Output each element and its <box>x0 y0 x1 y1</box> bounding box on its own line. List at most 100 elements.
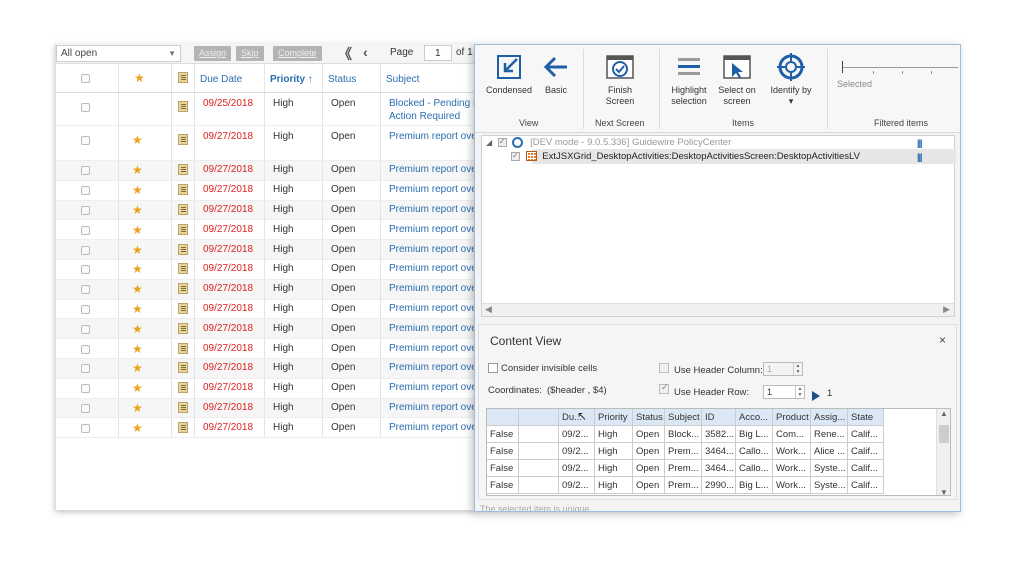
content-grid-cell[interactable]: Rene... <box>811 426 848 443</box>
content-grid-cell[interactable]: Syste... <box>811 460 848 477</box>
subject-cell[interactable]: Premium report ove <box>381 220 475 239</box>
subject-cell[interactable]: Premium report ove <box>381 161 475 180</box>
use-header-row-checkbox[interactable] <box>659 382 669 394</box>
content-grid-cell[interactable]: Com... <box>773 426 811 443</box>
content-grid-row[interactable]: False 09/2... High Open Block... 3582... Big L… <box>487 426 887 443</box>
content-grid-cell[interactable]: False <box>487 443 519 460</box>
content-grid-row[interactable]: False 09/2... High Open Prem... 2990... Big L.… <box>487 477 887 494</box>
table-row[interactable]: ★ 09/27/2018 High Open Premium report ove <box>56 358 475 379</box>
content-grid-cell[interactable]: High <box>595 477 633 494</box>
content-grid-row[interactable]: False 09/2... High Open Prem... 3464... Callo.… <box>487 460 887 477</box>
play-icon[interactable] <box>812 391 820 401</box>
content-grid-cell[interactable]: Calif... <box>848 426 884 443</box>
row-checkbox[interactable] <box>81 324 90 334</box>
content-grid-cell[interactable] <box>519 426 559 443</box>
content-grid-cell[interactable]: Work... <box>773 460 811 477</box>
select-cell[interactable] <box>56 279 119 299</box>
row-checkbox[interactable] <box>81 265 90 275</box>
table-row[interactable]: ★ 09/27/2018 High Open Premium report ove <box>56 220 475 241</box>
identify-by-button[interactable]: Identify by ▾ <box>767 53 815 107</box>
select-cell[interactable] <box>56 161 119 180</box>
content-grid-cell[interactable]: High <box>595 443 633 460</box>
table-row[interactable]: 09/25/2018 High Open Blocked - Pending R Act… <box>56 93 475 126</box>
subject-cell[interactable]: Premium report ove <box>381 399 475 418</box>
content-grid-cell[interactable]: Prem... <box>665 460 702 477</box>
select-cell[interactable] <box>56 220 119 240</box>
content-grid-header-cell[interactable]: State <box>848 409 884 426</box>
tree-horizontal-scrollbar[interactable]: ◀ ▶ <box>482 303 954 316</box>
content-grid-cell[interactable]: Syste... <box>811 477 848 494</box>
chevron-down-icon[interactable]: ▾ <box>789 96 794 106</box>
filter-slider-track[interactable] <box>843 67 958 68</box>
subject-link[interactable]: Blocked - Pending R <box>389 98 475 109</box>
table-row[interactable]: ★ 09/27/2018 High Open Premium report ove <box>56 378 475 399</box>
subject-link[interactable]: Premium report ove <box>389 402 475 413</box>
content-grid-cell[interactable]: Big L... <box>736 477 773 494</box>
content-grid-cell[interactable]: Open <box>633 426 665 443</box>
content-grid-cell[interactable]: 2990... <box>702 477 736 494</box>
content-grid-cell[interactable]: 3464... <box>702 460 736 477</box>
subject-link[interactable]: Premium report ove <box>389 323 475 334</box>
table-row[interactable]: ★ 09/27/2018 High Open Premium report ove <box>56 339 475 359</box>
header-row-spinner[interactable]: 1 ▲ ▼ <box>763 385 805 399</box>
select-cell[interactable] <box>56 418 119 438</box>
row-checkbox[interactable] <box>81 384 90 394</box>
content-grid-cell[interactable]: Prem... <box>665 443 702 460</box>
subject-link[interactable]: Premium report ove <box>389 303 475 314</box>
scroll-left-icon[interactable]: ◀ <box>485 304 492 315</box>
subject-cell[interactable]: Premium report ove <box>381 201 475 220</box>
content-grid-cell[interactable]: 09/2... <box>559 477 595 494</box>
select-cell[interactable] <box>56 319 119 339</box>
filter-icon[interactable]: ||| <box>917 138 929 149</box>
tree-node-child[interactable]: ExtJSXGrid_DesktopActivities:DesktopActi… <box>508 151 860 162</box>
use-header-column-checkbox[interactable] <box>659 363 669 373</box>
select-cell[interactable] <box>56 259 119 279</box>
select-cell[interactable] <box>56 339 119 358</box>
subject-link[interactable]: Premium report ove <box>389 283 475 294</box>
subject-cell[interactable]: Blocked - Pending R Action Required <box>381 93 475 125</box>
assign-button[interactable]: Assign <box>194 46 232 61</box>
content-grid-cell[interactable]: High <box>595 426 633 443</box>
row-checkbox[interactable] <box>81 166 90 176</box>
content-grid-cell[interactable] <box>519 477 559 494</box>
content-grid-cell[interactable]: 3464... <box>702 443 736 460</box>
content-grid-cell[interactable]: 3582... <box>702 426 736 443</box>
subject-cell[interactable]: Premium report ove <box>381 240 475 259</box>
spinner-arrows[interactable]: ▲ ▼ <box>793 363 802 375</box>
table-row[interactable]: ★ 09/27/2018 High Open Premium report ove <box>56 180 475 201</box>
tree-checkbox[interactable] <box>511 151 520 161</box>
content-grid-header-cell[interactable]: Status <box>633 409 665 426</box>
subject-link[interactable]: Premium report ove <box>389 343 475 354</box>
scroll-down-icon[interactable]: ▼ <box>940 488 948 495</box>
content-grid-header-cell[interactable] <box>487 409 519 426</box>
content-grid-cell[interactable]: Prem... <box>665 477 702 494</box>
content-grid-row[interactable]: False 09/2... High Open Prem... 3464... Callo.… <box>487 443 887 460</box>
content-grid-cell[interactable]: False <box>487 460 519 477</box>
subject-cell[interactable]: Premium report ove <box>381 319 475 338</box>
table-row[interactable]: ★ 09/27/2018 High Open Premium report ove <box>56 126 475 161</box>
previous-page-icon[interactable]: ‹ <box>363 44 368 60</box>
chevron-down-icon[interactable]: ▼ <box>168 49 176 58</box>
basic-button[interactable]: Basic <box>539 53 573 96</box>
content-grid-header-cell[interactable]: Subject <box>665 409 702 426</box>
content-grid-cell[interactable]: Callo... <box>736 443 773 460</box>
row-checkbox[interactable] <box>81 136 90 145</box>
row-checkbox[interactable] <box>81 205 90 215</box>
table-row[interactable]: ★ 09/27/2018 High Open Premium report ove <box>56 279 475 300</box>
row-checkbox[interactable] <box>81 225 90 235</box>
subject-cell[interactable]: Premium report ove <box>381 379 475 398</box>
highlight-selection-button[interactable]: Highlight selection <box>665 53 713 107</box>
table-row[interactable]: ★ 09/27/2018 High Open Premium report ove <box>56 200 475 221</box>
row-checkbox[interactable] <box>81 364 90 374</box>
subject-cell[interactable]: Premium report ove <box>381 280 475 299</box>
content-grid-cell[interactable]: 09/2... <box>559 426 595 443</box>
content-grid-cell[interactable]: Big L... <box>736 426 773 443</box>
header-priority[interactable]: Priority ↑ <box>265 64 323 92</box>
content-grid-cell[interactable]: Open <box>633 443 665 460</box>
subject-cell[interactable]: Premium report ove <box>381 181 475 200</box>
scroll-thumb[interactable] <box>939 425 949 443</box>
scroll-up-icon[interactable]: ▲ <box>940 409 948 418</box>
first-page-icon[interactable]: 《 <box>338 44 352 64</box>
subject-cell[interactable]: Premium report ove <box>381 260 475 279</box>
table-row[interactable]: ★ 09/27/2018 High Open Premium report ove <box>56 259 475 280</box>
